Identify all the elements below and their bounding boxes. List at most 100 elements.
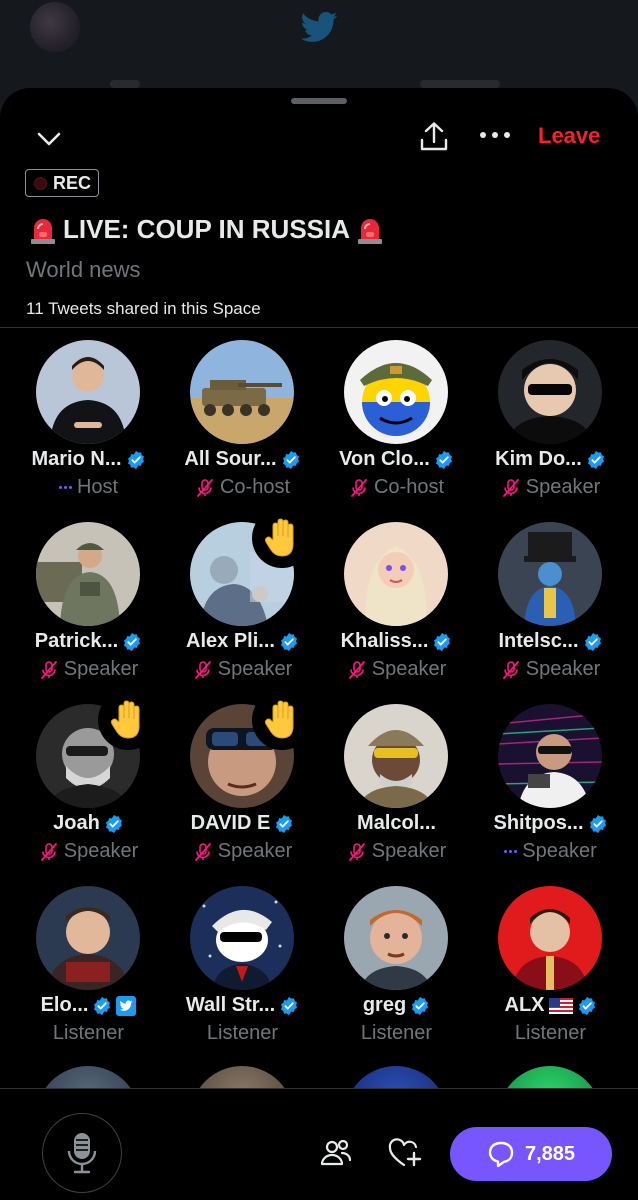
- more-icon[interactable]: [480, 132, 510, 138]
- participant-card[interactable]: All Sour... Co-host: [166, 340, 319, 520]
- verified-badge-icon: [434, 632, 451, 651]
- people-icon[interactable]: [320, 1137, 352, 1169]
- participant-name-row: greg: [320, 994, 473, 1017]
- participant-role: Listener: [360, 1022, 433, 1044]
- sheet-grabber[interactable]: [291, 98, 347, 104]
- comment-count: 7,885: [524, 1142, 576, 1165]
- participant-avatar[interactable]: [498, 522, 602, 626]
- participant-role-row: Speaker: [320, 658, 473, 681]
- mic-off-icon: [502, 660, 519, 679]
- participant-avatar[interactable]: [36, 522, 140, 626]
- participant-name-row: Shitpos...: [474, 812, 627, 835]
- mic-off-icon: [40, 660, 57, 679]
- participant-name: Alex Pli...: [186, 630, 275, 652]
- participant-card[interactable]: Von Clo... Co-host: [320, 340, 473, 520]
- speaking-dots-icon: [504, 850, 518, 853]
- verified-badge-icon: [105, 814, 122, 833]
- participant-card[interactable]: greg Listener: [320, 886, 473, 1066]
- mic-off-icon: [40, 842, 57, 861]
- verified-badge-icon: [281, 996, 298, 1015]
- space-topic[interactable]: World news: [26, 257, 141, 283]
- participant-role-row: Co-host: [320, 476, 473, 499]
- rec-label: REC: [53, 172, 92, 193]
- participant-role: Host: [76, 476, 119, 498]
- bottom-bar: 7,885: [0, 1088, 638, 1200]
- siren-icon: [31, 218, 55, 244]
- participant-name: All Sour...: [184, 448, 277, 470]
- participant-avatar[interactable]: [344, 886, 448, 990]
- siren-icon: [358, 218, 383, 244]
- participant-name: Shitpos...: [493, 812, 584, 834]
- share-icon[interactable]: [417, 120, 451, 154]
- participant-name-row: Elo...: [12, 994, 165, 1017]
- participant-card[interactable]: Kim Do... Speaker: [474, 340, 627, 520]
- background-text: [420, 80, 500, 88]
- participant-name: Elo...: [40, 994, 89, 1016]
- mic-off-icon: [351, 478, 367, 497]
- participant-role: Speaker: [525, 658, 601, 680]
- participant-avatar[interactable]: [190, 886, 294, 990]
- leave-button[interactable]: Leave: [538, 123, 600, 149]
- background-text: [110, 80, 140, 88]
- participant-role: Speaker: [371, 840, 447, 862]
- participant-name-row: Patrick...: [12, 630, 165, 653]
- participant-card[interactable]: Intelsc... Speaker: [474, 522, 627, 702]
- participant-avatar[interactable]: [36, 340, 140, 444]
- participant-card[interactable]: Malcol... Speaker: [320, 704, 473, 884]
- mic-off-icon: [348, 660, 365, 679]
- participant-name: ALX: [504, 994, 545, 1016]
- participant-avatar[interactable]: [498, 340, 602, 444]
- space-sheet: Leave REC LIVE: COUP IN RUSSIA World new…: [0, 88, 638, 1200]
- comment-icon: [488, 1141, 514, 1168]
- verified-badge-icon: [94, 996, 111, 1015]
- participant-card[interactable]: Wall Str... Listener: [166, 886, 319, 1066]
- heart-plus-icon[interactable]: [388, 1137, 422, 1169]
- verified-badge-icon: [276, 814, 293, 833]
- participant-card[interactable]: ALX Listener: [474, 886, 627, 1066]
- verified-badge-icon: [587, 450, 604, 469]
- participant-card[interactable]: Alex Pli... Speaker: [166, 508, 319, 702]
- participant-name-row: Khaliss...: [320, 630, 473, 653]
- tweets-shared-link[interactable]: 11 Tweets shared in this Space: [26, 299, 261, 319]
- participant-name: Khaliss...: [340, 630, 429, 652]
- participant-role-row: Listener: [320, 1022, 473, 1045]
- chevron-down-icon[interactable]: [34, 124, 64, 154]
- participant-avatar[interactable]: [36, 886, 140, 990]
- participant-avatar[interactable]: [344, 522, 448, 626]
- participant-avatar[interactable]: [344, 340, 448, 444]
- participant-name-row: Wall Str...: [166, 994, 319, 1017]
- mic-off-icon: [197, 478, 213, 497]
- participant-card[interactable]: Mario N... Host: [12, 340, 165, 520]
- participant-role-row: Speaker: [320, 840, 473, 863]
- participant-name: Wall Str...: [185, 994, 276, 1016]
- participant-name: Intelsc...: [498, 630, 579, 652]
- request-mic-button[interactable]: [42, 1113, 122, 1193]
- participant-avatar[interactable]: [498, 704, 602, 808]
- participant-name: Von Clo...: [339, 448, 430, 470]
- participant-avatar[interactable]: [344, 704, 448, 808]
- speaking-dots-icon: [58, 486, 72, 489]
- participant-name: Kim Do...: [495, 448, 582, 470]
- participant-role-row: Listener: [166, 1022, 319, 1045]
- participant-card[interactable]: Elo... Listener: [12, 886, 165, 1066]
- participant-card[interactable]: Patrick... Speaker: [12, 522, 165, 702]
- participant-name: greg: [362, 994, 407, 1016]
- participant-card[interactable]: Shitpos... Speaker: [474, 704, 627, 884]
- participant-role-row: Speaker: [166, 658, 319, 681]
- participant-name-row: Mario N...: [12, 448, 165, 471]
- mic-off-icon: [194, 660, 211, 679]
- participant-avatar[interactable]: [498, 886, 602, 990]
- participant-card[interactable]: DAVID E Speaker: [166, 690, 319, 884]
- participant-name: Malcol...: [357, 812, 436, 834]
- raised-hand-icon: [252, 690, 312, 750]
- participant-role: Speaker: [217, 658, 293, 680]
- comments-button[interactable]: 7,885: [450, 1127, 612, 1181]
- twitter-logo-icon: [116, 995, 137, 1016]
- participant-card[interactable]: Joah Speaker: [12, 690, 165, 884]
- verified-badge-icon: [584, 632, 601, 651]
- participant-avatar[interactable]: [190, 340, 294, 444]
- participant-role-row: Speaker: [474, 476, 627, 499]
- mic-off-icon: [348, 842, 365, 861]
- participant-role-row: Speaker: [474, 840, 627, 863]
- participant-card[interactable]: Khaliss... Speaker: [320, 522, 473, 702]
